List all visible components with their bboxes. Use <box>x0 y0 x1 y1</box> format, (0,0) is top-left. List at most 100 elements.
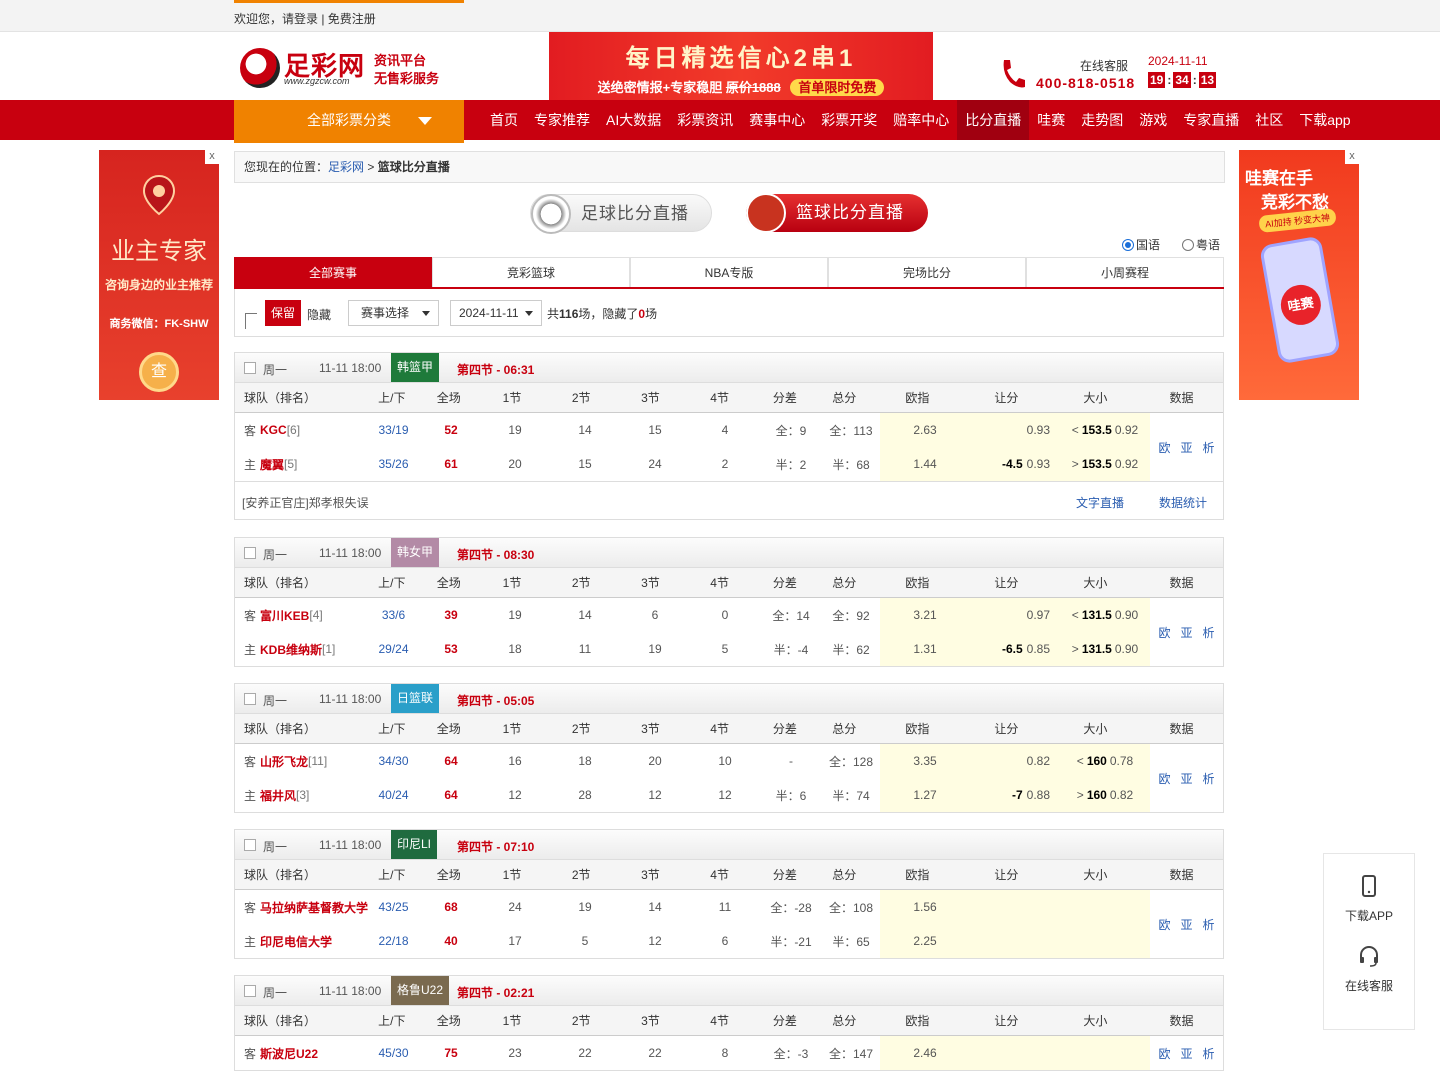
main-nav: 全部彩票分类 首页 专家推荐 AI大数据 彩票资讯 赛事中心 彩票开奖 赔率中心 比分直播 哇赛… <box>0 100 1440 143</box>
online-service-button[interactable]: 在线客服 <box>1324 944 1414 994</box>
data-link[interactable]: 亚 <box>1180 1045 1192 1062</box>
nav-item-1[interactable]: 专家推荐 <box>526 100 598 140</box>
match-status: 第四节 - 08:30 <box>457 548 535 562</box>
radio-cantonese[interactable]: 粤语 <box>1182 236 1220 253</box>
tab-3[interactable]: 完场比分 <box>828 257 1026 287</box>
league-badge[interactable]: 韩篮甲 <box>391 353 440 382</box>
team-name[interactable]: KDB维纳斯 <box>260 641 322 658</box>
league-badge[interactable]: 格鲁U22 <box>391 976 450 1005</box>
tab-2[interactable]: NBA专版 <box>630 257 828 287</box>
hide-button[interactable]: 隐藏 <box>307 306 331 323</box>
data-link[interactable]: 亚 <box>1180 916 1192 933</box>
radio-cantonese-dot[interactable] <box>1182 238 1195 251</box>
match-checkbox[interactable] <box>244 985 256 997</box>
data-link[interactable]: 亚 <box>1180 439 1192 456</box>
up-down[interactable]: 29/24 <box>365 632 422 666</box>
match-checkbox[interactable] <box>244 693 256 705</box>
nav-item-6[interactable]: 赔率中心 <box>885 100 957 140</box>
quarter-score: 28 <box>578 788 592 802</box>
close-right-ad-button[interactable]: x <box>1345 150 1359 164</box>
up-down[interactable]: 33/6 <box>365 598 422 632</box>
nav-item-9[interactable]: 走势图 <box>1073 100 1131 140</box>
team-row: 客 KGC [6] 33/19 52 19 14 15 4 全：9 全：113 2.63 … <box>235 413 1150 447</box>
text-live-link[interactable]: 文字直播 <box>1076 494 1124 511</box>
all-categories-button[interactable]: 全部彩票分类 <box>234 100 464 143</box>
team-cell: 主魔翼 [5] <box>244 456 298 473</box>
team-name[interactable]: 富川KEB <box>260 607 309 624</box>
data-link[interactable]: 欧 <box>1158 439 1170 456</box>
breadcrumb-prefix: 您现在的位置： <box>244 160 329 174</box>
up-down[interactable]: 22/18 <box>365 924 422 958</box>
match-checkbox[interactable] <box>244 839 256 851</box>
left-ad[interactable]: x 业主专家 咨询身边的业主推荐 商务微信：FK-SHW 查 <box>99 150 219 400</box>
football-live-button[interactable]: 足球比分直播 <box>530 194 712 234</box>
radio-mandarin-dot[interactable] <box>1122 238 1134 251</box>
quarter-score: 15 <box>578 457 592 471</box>
date-select[interactable]: 2024-11-11 <box>450 300 542 326</box>
nav-item-7[interactable]: 比分直播 <box>957 100 1030 140</box>
nav-item-5[interactable]: 彩票开奖 <box>813 100 885 140</box>
team-name[interactable]: 魔翼 <box>260 456 284 473</box>
data-link[interactable]: 亚 <box>1180 624 1192 641</box>
nav-item-3[interactable]: 彩票资讯 <box>669 100 741 140</box>
match-checkbox[interactable] <box>244 547 256 559</box>
nav-item-13[interactable]: 下载app <box>1291 100 1358 140</box>
column-header: 3节 <box>641 1014 660 1028</box>
team-name[interactable]: 斯波尼U22 <box>260 1045 318 1062</box>
up-down[interactable]: 45/30 <box>365 1036 422 1070</box>
team-name[interactable]: 山形飞龙 <box>260 753 308 770</box>
up-down[interactable]: 34/30 <box>365 744 422 778</box>
nav-item-10[interactable]: 游戏 <box>1131 100 1175 140</box>
up-down[interactable]: 35/26 <box>365 447 422 481</box>
download-app-button[interactable]: 下载APP <box>1324 854 1414 924</box>
data-link[interactable]: 亚 <box>1180 770 1192 787</box>
team-name[interactable]: 印尼电信大学 <box>260 933 332 950</box>
data-link[interactable]: 析 <box>1203 916 1215 933</box>
data-link[interactable]: 欧 <box>1158 1045 1170 1062</box>
team-name[interactable]: 福井风 <box>260 787 296 804</box>
tab-0[interactable]: 全部赛事 <box>234 257 432 287</box>
right-ad[interactable]: x 哇赛在手 竞彩不愁 AI加持 秒变大神 哇赛 <box>1239 150 1359 400</box>
keep-button[interactable]: 保留 <box>265 300 302 326</box>
up-down[interactable]: 40/24 <box>365 778 422 812</box>
basketball-live-button[interactable]: 篮球比分直播 <box>746 193 928 233</box>
data-stats-link[interactable]: 数据统计 <box>1159 494 1207 511</box>
league-badge[interactable]: 韩女甲 <box>391 538 440 567</box>
nav-item-2[interactable]: AI大数据 <box>598 100 669 140</box>
data-link[interactable]: 析 <box>1203 1045 1215 1062</box>
match-checkbox[interactable] <box>244 362 256 374</box>
radio-mandarin[interactable]: 国语 <box>1122 236 1160 253</box>
data-link[interactable]: 欧 <box>1158 624 1170 641</box>
nav-item-11[interactable]: 专家直播 <box>1175 100 1247 140</box>
up-down[interactable]: 43/25 <box>365 890 422 924</box>
football-live-label: 足球比分直播 <box>581 204 689 223</box>
team-row: 主魔翼 [5] 35/26 61 20 15 24 2 半：2 半：68 1.44 -4… <box>235 447 1150 481</box>
data-link[interactable]: 析 <box>1203 439 1215 456</box>
nav-item-8[interactable]: 哇赛 <box>1029 100 1073 140</box>
team-name[interactable]: KGC <box>260 423 287 437</box>
site-logo[interactable]: 足彩网 www.zgzcw.com 资讯平台 无售彩服务 <box>240 44 450 90</box>
league-badge[interactable]: 印尼LI <box>391 830 438 859</box>
nav-list: 首页 专家推荐 AI大数据 彩票资讯 赛事中心 彩票开奖 赔率中心 比分直播 哇赛 走势图 游戏 专家… <box>482 100 1359 140</box>
tab-4[interactable]: 小周赛程 <box>1026 257 1224 287</box>
close-left-ad-button[interactable]: x <box>205 150 219 164</box>
nav-item-4[interactable]: 赛事中心 <box>741 100 813 140</box>
promo-banner[interactable]: 每日精选信心2串1 送绝密情报+专家稳胆 原价1888 首单限时免费 <box>549 32 933 100</box>
data-link[interactable]: 析 <box>1203 770 1215 787</box>
data-link[interactable]: 析 <box>1203 624 1215 641</box>
nav-item-0[interactable]: 首页 <box>482 100 526 140</box>
team-name[interactable]: 马拉纳萨基督教大学 <box>260 899 368 916</box>
login-register-links[interactable]: 欢迎您，请登录 | 免费注册 <box>234 10 376 27</box>
column-header: 分差 <box>772 1014 797 1028</box>
event-select[interactable]: 赛事选择 <box>348 300 439 326</box>
tab-1[interactable]: 竞彩篮球 <box>432 257 630 287</box>
handicap-odds <box>970 890 1060 924</box>
match-weekday: 周一 <box>263 840 288 854</box>
league-badge[interactable]: 日篮联 <box>391 684 440 713</box>
data-link[interactable]: 欧 <box>1158 916 1170 933</box>
data-link[interactable]: 欧 <box>1158 770 1170 787</box>
up-down[interactable]: 33/19 <box>365 413 422 447</box>
nav-item-12[interactable]: 社区 <box>1247 100 1291 140</box>
column-headers: 球队（排名） 上/下 全场 1节 2节 3节 4节 分差 总分 欧指 让分 大小 数据 <box>235 1006 1223 1036</box>
breadcrumb-home-link[interactable]: 足彩网 <box>328 160 364 174</box>
